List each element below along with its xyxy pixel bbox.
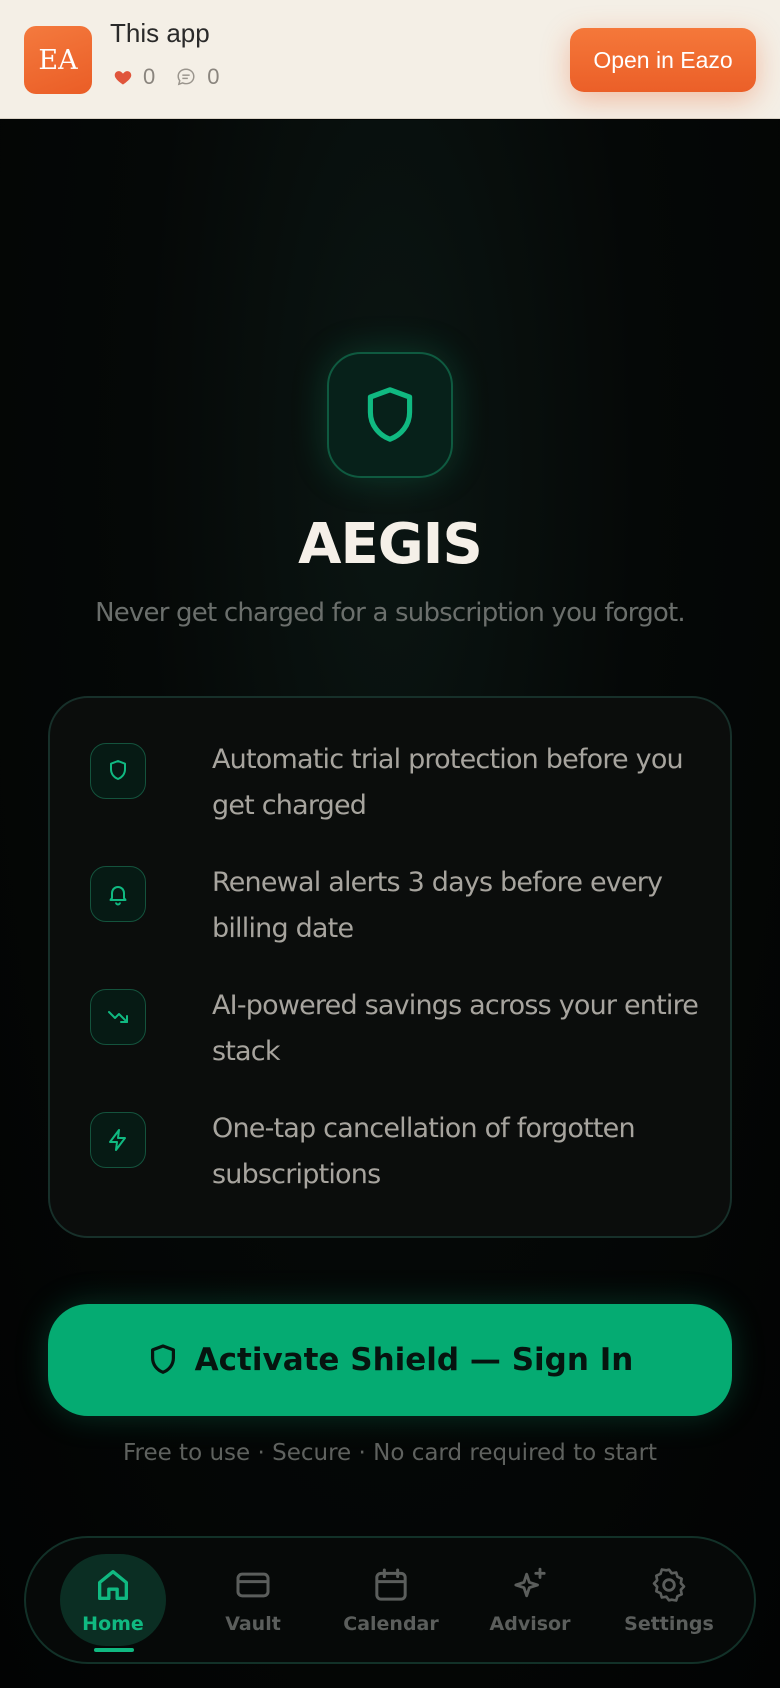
nav-item-vault[interactable]: Vault	[193, 1538, 313, 1662]
feature-icon-badge	[90, 866, 146, 922]
feature-text: Renewal alerts 3 days before every billi…	[212, 867, 663, 944]
brand-title: AEGIS	[298, 512, 483, 577]
feature-icon-badge	[90, 743, 146, 799]
app-banner: EA This app 0 0 Open in Eazo	[0, 0, 780, 119]
feature-icon-badge	[90, 989, 146, 1045]
feature-text: AI-powered savings across your entire st…	[212, 990, 699, 1067]
brand-tagline: Never get charged for a subscription you…	[95, 598, 686, 628]
hero-shield-badge	[327, 352, 453, 478]
likes-count: 0	[143, 64, 156, 89]
sparkles-icon	[514, 1567, 546, 1598]
feature-text: One-tap cancellation of forgotten subscr…	[212, 1113, 636, 1190]
nav-label-advisor: Advisor	[489, 1613, 571, 1635]
fineprint: Free to use · Secure · No card required …	[122, 1440, 658, 1466]
shield-icon	[367, 387, 413, 442]
features-card: Automatic trial protection before you ge…	[48, 696, 732, 1238]
shield-icon	[150, 1344, 175, 1374]
home-icon	[98, 1570, 128, 1600]
nav-label-home: Home	[82, 1613, 144, 1635]
app-icon: EA	[24, 26, 92, 94]
nav-label-settings: Settings	[624, 1613, 714, 1635]
heart-icon	[114, 71, 132, 85]
feature-icon-badge	[90, 1112, 146, 1168]
likes-stat[interactable]: 0	[113, 64, 155, 90]
calendar-icon	[375, 1568, 407, 1601]
trending-down-icon	[108, 1011, 128, 1023]
comments-count: 0	[207, 64, 220, 89]
lightning-icon	[109, 1129, 126, 1151]
comments-stat[interactable]: 0	[175, 64, 220, 90]
activate-shield-label: Activate Shield — Sign In	[194, 1342, 634, 1378]
feature-text: Automatic trial protection before you ge…	[212, 744, 684, 821]
card-icon	[236, 1572, 270, 1598]
bottom-nav: Home Vault Calendar Advisor Settings	[24, 1536, 756, 1664]
nav-label-vault: Vault	[225, 1613, 281, 1635]
nav-item-settings[interactable]: Settings	[609, 1538, 729, 1662]
comment-icon	[177, 68, 195, 86]
nav-item-home[interactable]: Home	[53, 1538, 173, 1662]
nav-item-calendar[interactable]: Calendar	[331, 1538, 451, 1662]
activate-shield-button[interactable]: Activate Shield — Sign In	[48, 1304, 732, 1416]
app-title: This app	[110, 18, 210, 48]
bell-icon	[109, 886, 127, 906]
gear-icon	[652, 1568, 686, 1602]
app-stats: 0 0	[113, 64, 240, 90]
nav-label-calendar: Calendar	[343, 1613, 439, 1635]
open-in-app-button[interactable]: Open in Eazo	[570, 28, 756, 92]
shield-icon	[110, 760, 126, 780]
nav-item-advisor[interactable]: Advisor	[470, 1538, 590, 1662]
